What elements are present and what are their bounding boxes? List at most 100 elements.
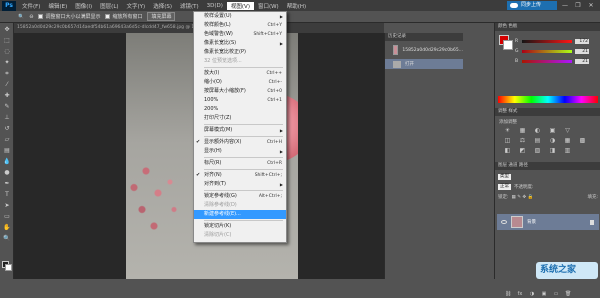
menu-item-snap-to[interactable]: 对齐到(T) ▶ bbox=[194, 180, 286, 189]
menu-file[interactable]: 文件(F) bbox=[18, 2, 44, 10]
history-snapshot[interactable]: 15852a0d0d29c29c0b65... bbox=[385, 43, 463, 57]
delete-layer-icon[interactable]: 🗑 bbox=[565, 291, 571, 297]
channel-mixer-icon[interactable]: ▦ bbox=[563, 137, 572, 145]
history-panel-header[interactable]: 历史记录 bbox=[385, 33, 463, 41]
posterize-icon[interactable]: ◩ bbox=[518, 147, 527, 155]
vibrance-icon[interactable]: ▽ bbox=[563, 127, 572, 135]
history-brush-icon[interactable]: ↺ bbox=[2, 124, 12, 133]
menu-item-rulers[interactable]: 标尺(R) Ctrl+R bbox=[194, 159, 286, 168]
menu-item-fit-screen[interactable]: 按屏幕大小缩放(F) Ctrl+0 bbox=[194, 87, 286, 96]
layer-mask-icon[interactable]: ▣ bbox=[541, 291, 547, 297]
crop-tool-icon[interactable]: ⌗ bbox=[2, 69, 12, 78]
hand-tool-icon[interactable]: ✋ bbox=[2, 223, 12, 232]
close-icon[interactable]: ✕ bbox=[586, 2, 596, 9]
brush-tool-icon[interactable]: ✎ bbox=[2, 102, 12, 111]
pen-tool-icon[interactable]: ✒ bbox=[2, 179, 12, 188]
green-slider[interactable]: G 21 bbox=[515, 48, 597, 54]
menu-edit[interactable]: 编辑(E) bbox=[44, 2, 71, 10]
hue-saturation-icon[interactable]: ◫ bbox=[503, 137, 512, 145]
eyedropper-icon[interactable]: ⁄ bbox=[2, 80, 12, 89]
zoom-out-icon[interactable]: ⊖ bbox=[29, 14, 33, 20]
layer-row-background[interactable]: 背景 bbox=[497, 214, 599, 230]
restore-icon[interactable]: ❐ bbox=[573, 2, 583, 9]
magic-wand-icon[interactable]: ✦ bbox=[2, 58, 12, 67]
menu-filter[interactable]: 滤镜(T) bbox=[176, 2, 203, 10]
menu-item-lock-slices[interactable]: 锁定切片(K) bbox=[194, 222, 286, 231]
blur-tool-icon[interactable]: 💧 bbox=[2, 157, 12, 166]
zoom-all-windows-option[interactable]: 缩放所有窗口 bbox=[105, 13, 142, 20]
menu-type[interactable]: 文字(Y) bbox=[123, 2, 150, 10]
blue-slider[interactable]: B 21 bbox=[515, 58, 597, 64]
zoom-tool-icon[interactable]: 🔍 bbox=[2, 234, 12, 243]
menu-image[interactable]: 图像(I) bbox=[71, 2, 96, 10]
dodge-tool-icon[interactable]: ● bbox=[2, 168, 12, 177]
menu-3d[interactable]: 3D(D) bbox=[203, 3, 227, 9]
menu-item-100-percent[interactable]: 100% Ctrl+1 bbox=[194, 96, 286, 105]
photoshop-logo: Ps bbox=[2, 0, 16, 11]
adjustment-layer-icon[interactable]: ◑ bbox=[529, 291, 535, 297]
new-layer-icon[interactable]: ▭ bbox=[553, 291, 559, 297]
visibility-eye-icon[interactable] bbox=[501, 220, 507, 224]
menu-item-print-size[interactable]: 打印尺寸(Z) bbox=[194, 114, 286, 123]
shape-tool-icon[interactable]: ▭ bbox=[2, 212, 12, 221]
curves-icon[interactable]: ◐ bbox=[533, 127, 542, 135]
brightness-icon[interactable]: ☀ bbox=[503, 127, 512, 135]
clone-stamp-icon[interactable]: ⊥ bbox=[2, 113, 12, 122]
menu-item-extras[interactable]: ✔ 显示额外内容(X) Ctrl+H bbox=[194, 138, 286, 147]
invert-icon[interactable]: ◧ bbox=[503, 147, 512, 155]
menu-item-gamut-warning[interactable]: 色域警告(W) Shift+Ctrl+Y bbox=[194, 30, 286, 39]
gradient-tool-icon[interactable]: ▤ bbox=[2, 146, 12, 155]
menu-view[interactable]: 视图(V) bbox=[226, 1, 254, 10]
menu-item-zoom-out[interactable]: 缩小(O) Ctrl+- bbox=[194, 78, 286, 87]
layer-style-icon[interactable]: fx bbox=[517, 291, 523, 297]
menu-item-proof-colors[interactable]: 校样颜色(L) Ctrl+Y bbox=[194, 21, 286, 30]
selective-color-icon[interactable]: ▥ bbox=[563, 147, 572, 155]
gradient-map-icon[interactable]: ◨ bbox=[548, 147, 557, 155]
blend-mode-select[interactable]: 正常 bbox=[498, 184, 511, 190]
threshold-icon[interactable]: ▧ bbox=[533, 147, 542, 155]
color-panel-tab[interactable]: 颜色 色板 bbox=[495, 23, 600, 31]
history-step-open[interactable]: 打开 bbox=[385, 59, 463, 69]
color-lookup-icon[interactable]: ▩ bbox=[578, 137, 587, 145]
levels-icon[interactable]: ▦ bbox=[518, 127, 527, 135]
lock-icons[interactable]: ▦ ✎ ✥ 🔒 bbox=[512, 195, 534, 200]
eraser-icon[interactable]: ▱ bbox=[2, 135, 12, 144]
zoom-in-icon[interactable]: 🔍 bbox=[18, 14, 24, 20]
menu-item-new-guide[interactable]: 新建参考线(E)... bbox=[194, 210, 286, 219]
layers-panel-tab[interactable]: 图层 通道 路径 bbox=[495, 162, 600, 170]
menu-item-lock-guides[interactable]: 锁定参考线(G) Alt+Ctrl+; bbox=[194, 192, 286, 201]
background-color-chip[interactable] bbox=[503, 40, 513, 50]
menu-item-proof-setup[interactable]: 校样设置(U) ▶ bbox=[194, 12, 286, 21]
menu-item-pixel-aspect-ratio[interactable]: 像素长宽比(S) ▶ bbox=[194, 39, 286, 48]
menu-item-zoom-in[interactable]: 放大(I) Ctrl++ bbox=[194, 69, 286, 78]
menu-layer[interactable]: 图层(L) bbox=[96, 2, 122, 10]
path-selection-icon[interactable]: ➤ bbox=[2, 201, 12, 210]
healing-brush-icon[interactable]: ✚ bbox=[2, 91, 12, 100]
resize-windows-option[interactable]: 调整窗口大小以满屏显示 bbox=[38, 13, 100, 20]
marquee-tool-icon[interactable]: ⬚ bbox=[2, 36, 12, 45]
link-layers-icon[interactable]: ⛓ bbox=[505, 291, 511, 297]
type-tool-icon[interactable]: T bbox=[2, 190, 12, 199]
menu-item-show[interactable]: 显示(H) ▶ bbox=[194, 147, 286, 156]
red-slider[interactable]: R 172 bbox=[515, 38, 597, 44]
photo-filter-icon[interactable]: ◑ bbox=[548, 137, 557, 145]
background-color-swatch[interactable] bbox=[5, 264, 12, 271]
adjustments-panel-tab[interactable]: 调整 样式 bbox=[495, 108, 600, 116]
menu-item-200-percent[interactable]: 200% bbox=[194, 105, 286, 114]
move-tool-icon[interactable]: ✥ bbox=[2, 25, 12, 34]
menu-help[interactable]: 帮助(H) bbox=[283, 2, 310, 10]
color-balance-icon[interactable]: ⚖ bbox=[518, 137, 527, 145]
layer-kind-filter[interactable]: 类型 bbox=[498, 174, 511, 180]
menu-item-snap[interactable]: ✔ 对齐(N) Shift+Ctrl+; bbox=[194, 171, 286, 180]
menu-window[interactable]: 窗口(W) bbox=[254, 2, 283, 10]
black-white-icon[interactable]: ▤ bbox=[533, 137, 542, 145]
fill-screen-button[interactable]: 填充屏幕 bbox=[147, 12, 176, 21]
exposure-icon[interactable]: ▣ bbox=[548, 127, 557, 135]
minimize-icon[interactable]: — bbox=[560, 2, 570, 9]
cloud-sync-button[interactable]: 同步上传 bbox=[507, 1, 557, 10]
menu-select[interactable]: 选择(S) bbox=[149, 2, 176, 10]
menu-item-screen-mode[interactable]: 屏幕模式(M) ▶ bbox=[194, 126, 286, 135]
color-spectrum-bar[interactable] bbox=[498, 96, 598, 103]
menu-item-pixel-aspect-correction[interactable]: 像素长宽比校正(P) bbox=[194, 48, 286, 57]
lasso-tool-icon[interactable]: ◌ bbox=[2, 47, 12, 56]
